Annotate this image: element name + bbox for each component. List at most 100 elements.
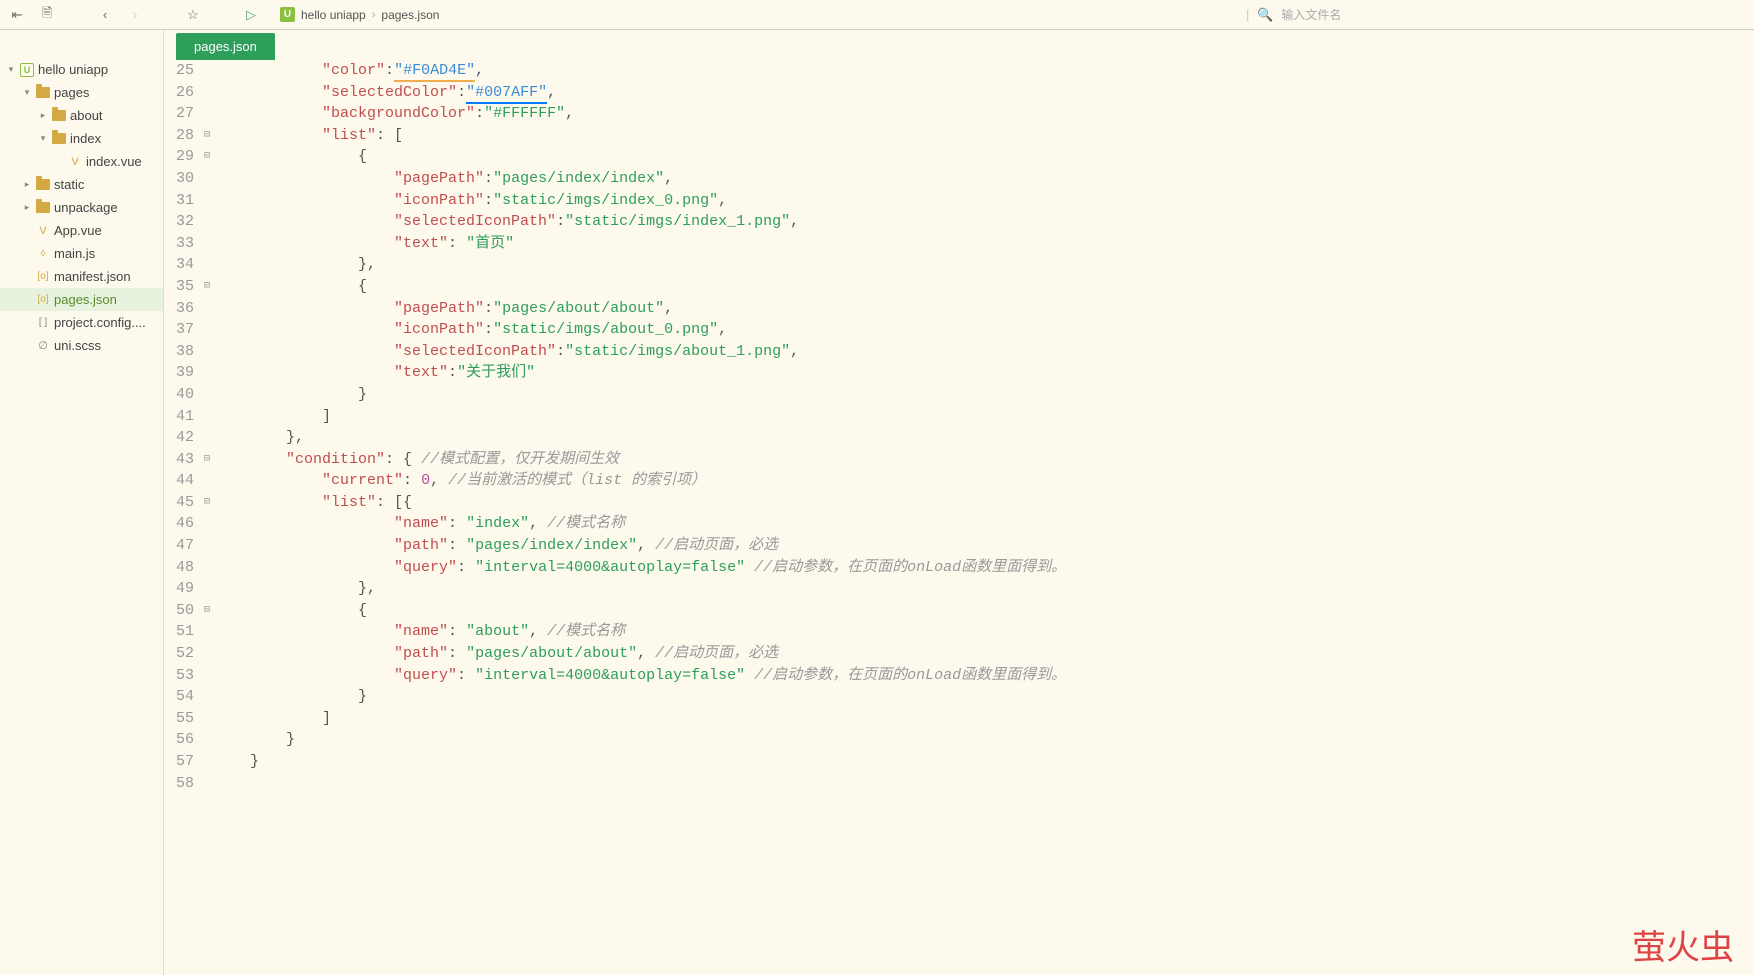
code-line[interactable]: "current": 0, //当前激活的模式（list 的索引项） [214, 470, 1754, 492]
expand-icon[interactable]: ▸ [20, 179, 34, 190]
code-line[interactable]: } [214, 729, 1754, 751]
fold-marker[interactable] [200, 341, 214, 363]
code-line[interactable]: }, [214, 427, 1754, 449]
tab-pages-json[interactable]: pages.json [176, 33, 275, 60]
code-line[interactable]: "condition": { //模式配置，仅开发期间生效 [214, 449, 1754, 471]
code-line[interactable]: }, [214, 578, 1754, 600]
tree-item-manifest-json[interactable]: [o]manifest.json [0, 265, 163, 288]
tree-item-uni-scss[interactable]: ∅uni.scss [0, 334, 163, 357]
expand-icon[interactable]: ▸ [36, 110, 50, 121]
fold-marker[interactable] [200, 82, 214, 104]
fold-marker[interactable] [200, 708, 214, 730]
fold-marker[interactable] [200, 168, 214, 190]
fold-marker[interactable] [200, 729, 214, 751]
code-line[interactable]: "iconPath":"static/imgs/about_0.png", [214, 319, 1754, 341]
fold-marker[interactable] [200, 643, 214, 665]
fold-marker[interactable] [200, 190, 214, 212]
fold-marker[interactable] [200, 319, 214, 341]
import-icon[interactable]: ⇤ [8, 6, 26, 24]
back-icon[interactable]: ‹ [96, 6, 114, 24]
fold-marker[interactable] [200, 470, 214, 492]
code-line[interactable]: "path": "pages/about/about", //启动页面，必选 [214, 643, 1754, 665]
code-line[interactable]: { [214, 276, 1754, 298]
fold-marker[interactable]: ⊟ [200, 492, 214, 514]
fold-marker[interactable] [200, 513, 214, 535]
fold-marker[interactable] [200, 665, 214, 687]
code-line[interactable]: "list": [ [214, 125, 1754, 147]
fold-marker[interactable] [200, 427, 214, 449]
tree-item-static[interactable]: ▸static [0, 173, 163, 196]
fold-marker[interactable] [200, 686, 214, 708]
expand-icon[interactable]: ▾ [20, 87, 34, 98]
expand-icon[interactable]: ▾ [4, 64, 18, 75]
forward-icon[interactable]: › [126, 6, 144, 24]
code-lines[interactable]: "color":"#F0AD4E", "selectedColor":"#007… [214, 60, 1754, 975]
code-line[interactable]: { [214, 146, 1754, 168]
fold-marker[interactable] [200, 254, 214, 276]
fold-marker[interactable] [200, 406, 214, 428]
tree-item-pages[interactable]: ▾pages [0, 81, 163, 104]
tree-item-pages-json[interactable]: [o]pages.json [0, 288, 163, 311]
expand-icon[interactable]: ▸ [20, 202, 34, 213]
tree-item-index-vue[interactable]: Vindex.vue [0, 150, 163, 173]
code-line[interactable]: "selectedIconPath":"static/imgs/index_1.… [214, 211, 1754, 233]
fold-marker[interactable] [200, 60, 214, 82]
code-line[interactable]: "list": [{ [214, 492, 1754, 514]
code-line[interactable]: "selectedIconPath":"static/imgs/about_1.… [214, 341, 1754, 363]
tree-item-about[interactable]: ▸about [0, 104, 163, 127]
code-line[interactable]: } [214, 751, 1754, 773]
tree-item-index[interactable]: ▾index [0, 127, 163, 150]
fold-marker[interactable] [200, 621, 214, 643]
code-line[interactable]: "pagePath":"pages/about/about", [214, 298, 1754, 320]
code-line[interactable]: "path": "pages/index/index", //启动页面，必选 [214, 535, 1754, 557]
code-line[interactable]: "color":"#F0AD4E", [214, 60, 1754, 82]
expand-icon[interactable]: ▾ [36, 133, 50, 144]
fold-marker[interactable] [200, 103, 214, 125]
code-line[interactable]: "text": "首页" [214, 233, 1754, 255]
code-line[interactable]: ] [214, 406, 1754, 428]
save-icon[interactable]: 🗎 [38, 6, 56, 24]
code-line[interactable]: { [214, 600, 1754, 622]
fold-marker[interactable] [200, 233, 214, 255]
code-line[interactable]: "name": "about", //模式名称 [214, 621, 1754, 643]
fold-marker[interactable] [200, 773, 214, 795]
search-input[interactable] [1281, 8, 1681, 22]
tree-item-project-config----[interactable]: [ ]project.config.... [0, 311, 163, 334]
code-line[interactable]: "selectedColor":"#007AFF", [214, 82, 1754, 104]
code-line[interactable]: "iconPath":"static/imgs/index_0.png", [214, 190, 1754, 212]
fold-marker[interactable]: ⊟ [200, 125, 214, 147]
code-line[interactable]: } [214, 384, 1754, 406]
fold-marker[interactable]: ⊟ [200, 146, 214, 168]
code-line[interactable]: "text":"关于我们" [214, 362, 1754, 384]
tree-item-hello-uniapp[interactable]: ▾Uhello uniapp [0, 58, 163, 81]
fold-marker[interactable]: ⊟ [200, 276, 214, 298]
fold-marker[interactable] [200, 557, 214, 579]
code-line[interactable]: "backgroundColor":"#FFFFFF", [214, 103, 1754, 125]
code-line[interactable]: "name": "index", //模式名称 [214, 513, 1754, 535]
fold-marker[interactable] [200, 298, 214, 320]
code-line[interactable]: }, [214, 254, 1754, 276]
fold-marker[interactable]: ⊟ [200, 449, 214, 471]
tree-item-unpackage[interactable]: ▸unpackage [0, 196, 163, 219]
fold-marker[interactable] [200, 211, 214, 233]
code-line[interactable] [214, 773, 1754, 795]
tree-item-main-js[interactable]: ⬨main.js [0, 242, 163, 265]
tree-item-app-vue[interactable]: VApp.vue [0, 219, 163, 242]
code-line[interactable]: } [214, 686, 1754, 708]
breadcrumb-file[interactable]: pages.json [381, 8, 439, 22]
code-line[interactable]: "pagePath":"pages/index/index", [214, 168, 1754, 190]
fold-marker[interactable] [200, 362, 214, 384]
fold-marker[interactable] [200, 384, 214, 406]
search-icon[interactable]: 🔍 [1257, 7, 1273, 23]
fold-marker[interactable] [200, 535, 214, 557]
code-line[interactable]: "query": "interval=4000&autoplay=false" … [214, 557, 1754, 579]
fold-marker[interactable] [200, 751, 214, 773]
code-area[interactable]: 2526272829303132333435363738394041424344… [164, 60, 1754, 975]
code-line[interactable]: ] [214, 708, 1754, 730]
star-icon[interactable]: ☆ [184, 6, 202, 24]
breadcrumb-project[interactable]: hello uniapp [301, 8, 366, 22]
run-icon[interactable]: ▷ [242, 6, 260, 24]
code-line[interactable]: "query": "interval=4000&autoplay=false" … [214, 665, 1754, 687]
fold-marker[interactable] [200, 578, 214, 600]
fold-marker[interactable]: ⊟ [200, 600, 214, 622]
